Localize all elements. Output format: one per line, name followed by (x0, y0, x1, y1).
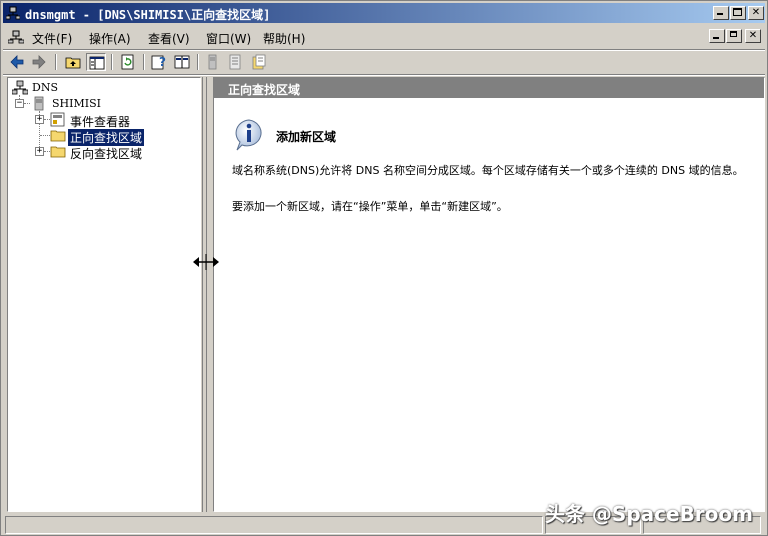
folder-icon (50, 130, 66, 142)
tree-label-forward-lookup-zones: 正向查找区域 (66, 128, 146, 147)
add-zone-instructions: 要添加一个新区域，请在“操作”菜单，单击“新建区域”。 (232, 200, 508, 213)
close-icon: ✕ (751, 7, 761, 18)
mdi-close-button[interactable]: ✕ (745, 29, 761, 43)
tree-label-event-viewer: 事件查看器 (70, 115, 131, 129)
back-icon (10, 55, 24, 69)
close-button[interactable]: ✕ (748, 6, 764, 20)
mdi-restore-button[interactable] (726, 29, 742, 43)
forward-icon (32, 55, 46, 69)
menu-window[interactable]: 窗口(W) (206, 30, 251, 47)
tree-label-reverse-lookup-zones: 反向查找区域 (70, 147, 143, 161)
toolbar-separator (143, 54, 145, 70)
watermark-text: 头条 @SpaceBroom (544, 502, 753, 526)
status-cell-main (5, 516, 543, 534)
dns-app-icon (6, 6, 20, 20)
mdi-minimize-button[interactable] (709, 29, 725, 43)
menu-file[interactable]: 文件(F) (32, 30, 72, 47)
help-icon: ? (151, 55, 166, 70)
toolbar-divider (3, 74, 765, 76)
folder-icon (50, 146, 66, 158)
console-button[interactable] (172, 53, 192, 71)
server-icon (34, 96, 44, 111)
pane-splitter[interactable] (202, 77, 212, 512)
minimize-icon (713, 37, 719, 39)
details-header: 正向查找区域 (214, 78, 764, 98)
svg-text:?: ? (159, 55, 166, 69)
tree-label-dns: DNS (32, 81, 58, 94)
minimize-button[interactable] (713, 6, 729, 20)
expand-toggle[interactable]: + (35, 147, 44, 156)
forward-button[interactable] (29, 53, 49, 71)
maximize-icon (733, 8, 742, 16)
show-hide-tree-button[interactable] (86, 53, 106, 71)
resize-cursor-icon (193, 254, 219, 270)
title-bar[interactable]: dnsmgmt - [DNS\SHIMISI\正向查找区域] ✕ (3, 3, 765, 23)
toolbar-separator (111, 54, 113, 70)
collapse-toggle[interactable]: − (15, 99, 24, 108)
console-icon (174, 55, 190, 69)
toolbar-separator (55, 54, 57, 70)
console-tree-pane[interactable]: DNS − SHIMISI + 事件查看器 正向查找区域 + 反向查找区域 (7, 77, 201, 512)
window-title: dnsmgmt - [DNS\SHIMISI\正向查找区域] (25, 8, 271, 22)
tree-line (24, 103, 30, 104)
refresh-icon (121, 54, 134, 70)
mmc-window: dnsmgmt - [DNS\SHIMISI\正向查找区域] ✕ 文件(F) 操… (0, 0, 768, 536)
toolbar: ? (3, 51, 765, 73)
info-icon (235, 119, 262, 151)
show-tree-icon (89, 56, 105, 70)
dns-description-text: 域名称系统(DNS)允许将 DNS 名称空间分成区域。每个区域存储有关一个或多个… (232, 164, 744, 177)
menu-view[interactable]: 查看(V) (148, 30, 190, 47)
minimize-icon (717, 13, 723, 15)
up-folder-icon (65, 57, 81, 69)
help-button[interactable]: ? (149, 53, 169, 71)
tree-label-server: SHIMISI (52, 97, 101, 110)
up-one-level-button[interactable] (63, 53, 83, 71)
details-pane: 正向查找区域 添加新区域 域名称系统(DNS)允许将 DNS 名称空间分成区域。… (213, 77, 765, 512)
dns-icon (12, 80, 28, 95)
list-icon (229, 54, 241, 70)
close-icon: ✕ (748, 30, 758, 41)
details-header-title: 正向查找区域 (228, 83, 301, 97)
refresh-button[interactable] (118, 53, 138, 71)
menu-action[interactable]: 操作(A) (89, 30, 131, 47)
properties-icon (252, 54, 266, 70)
server-button[interactable] (203, 53, 223, 71)
event-viewer-icon (50, 112, 65, 127)
toolbar-separator (197, 54, 199, 70)
menu-help[interactable]: 帮助(H) (263, 30, 305, 47)
list-button[interactable] (225, 53, 245, 71)
expand-toggle[interactable]: + (35, 115, 44, 124)
maximize-button[interactable] (730, 6, 746, 20)
properties-button[interactable] (249, 53, 269, 71)
back-button[interactable] (7, 53, 27, 71)
tree-line (40, 135, 50, 136)
menu-bar: 文件(F) 操作(A) 查看(V) 窗口(W) 帮助(H) (3, 26, 765, 48)
server-icon (208, 54, 217, 70)
console-menu-icon[interactable] (8, 30, 24, 44)
restore-icon (730, 31, 737, 37)
add-zone-heading: 添加新区域 (276, 130, 337, 144)
